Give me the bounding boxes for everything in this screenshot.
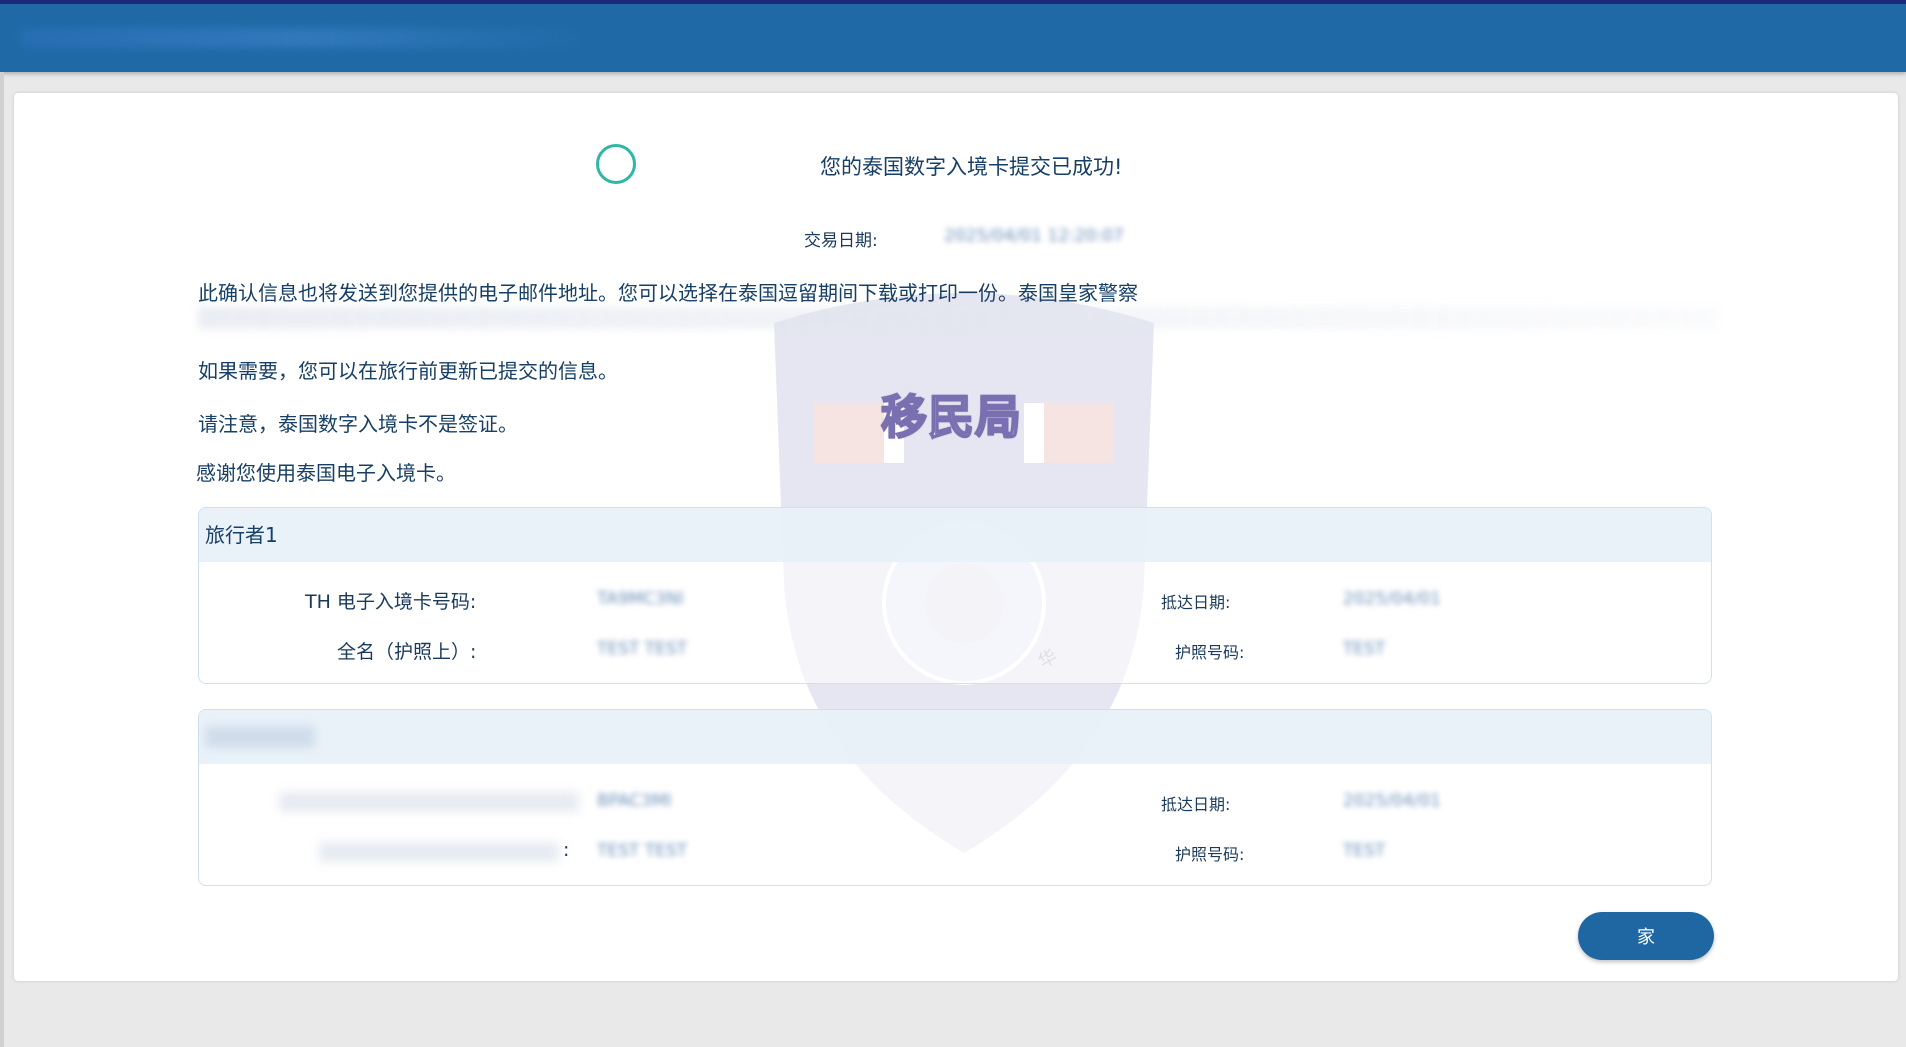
traveler-heading [199,710,1711,764]
blurred-full-name-label [319,842,559,862]
top-navigation-bar [0,0,1906,72]
passport-number-label: 护照号码: [1175,845,1245,864]
passport-number-value: TEST [1343,841,1386,861]
blurred-paragraph-continuation [198,307,1718,329]
arrival-date-label: 抵达日期: [1161,593,1231,612]
blurred-traveler-heading [205,726,315,748]
paragraph-update-notice: 如果需要，您可以在旅行前更新已提交的信息。 [198,359,618,383]
arrival-date-value: 2025/04/01 [1343,791,1441,811]
blurred-header-title [20,28,580,48]
watermark-text: 移民局 [880,389,1022,445]
full-name-value: TEST TEST [597,841,688,861]
home-button[interactable]: 家 [1578,912,1714,960]
card-number-value: TA9MC3NI [597,589,684,609]
success-circle-icon [596,144,636,184]
paragraph-thanks: 感谢您使用泰国电子入境卡。 [196,461,456,485]
traveler-card-1: 旅行者1 TH 电子入境卡号码: TA9MC3NI 全名（护照上）: TEST … [198,507,1712,684]
full-name-label: 全名（护照上）: [337,641,477,663]
passport-number-label: 护照号码: [1175,643,1245,662]
arrival-date-label: 抵达日期: [1161,795,1231,814]
passport-number-value: TEST [1343,639,1386,659]
transaction-date-label: 交易日期: [804,231,878,251]
confirmation-card: 移民局 华 您的泰国数字入境卡提交已成功! 交易日期: 2025/04/01 1… [14,93,1898,981]
traveler-card-2: BPAC3MI : TEST TEST 抵达日期: 2025/04/01 护照号… [198,709,1712,886]
blurred-card-number-label [279,792,579,812]
success-title: 您的泰国数字入境卡提交已成功! [820,155,1123,179]
full-name-value: TEST TEST [597,639,688,659]
card-number-label: TH 电子入境卡号码: [305,591,477,613]
traveler-heading: 旅行者1 [199,508,1711,562]
card-number-value: BPAC3MI [597,791,672,811]
arrival-date-value: 2025/04/01 [1343,589,1441,609]
paragraph-email-notice: 此确认信息也将发送到您提供的电子邮件地址。您可以选择在泰国逗留期间下载或打印一份… [198,281,1138,305]
full-name-label-colon: : [563,839,570,861]
left-edge [0,72,4,1047]
transaction-date-value: 2025/04/01 12:20:07 [944,226,1124,246]
paragraph-visa-notice: 请注意，泰国数字入境卡不是签证。 [198,412,518,436]
